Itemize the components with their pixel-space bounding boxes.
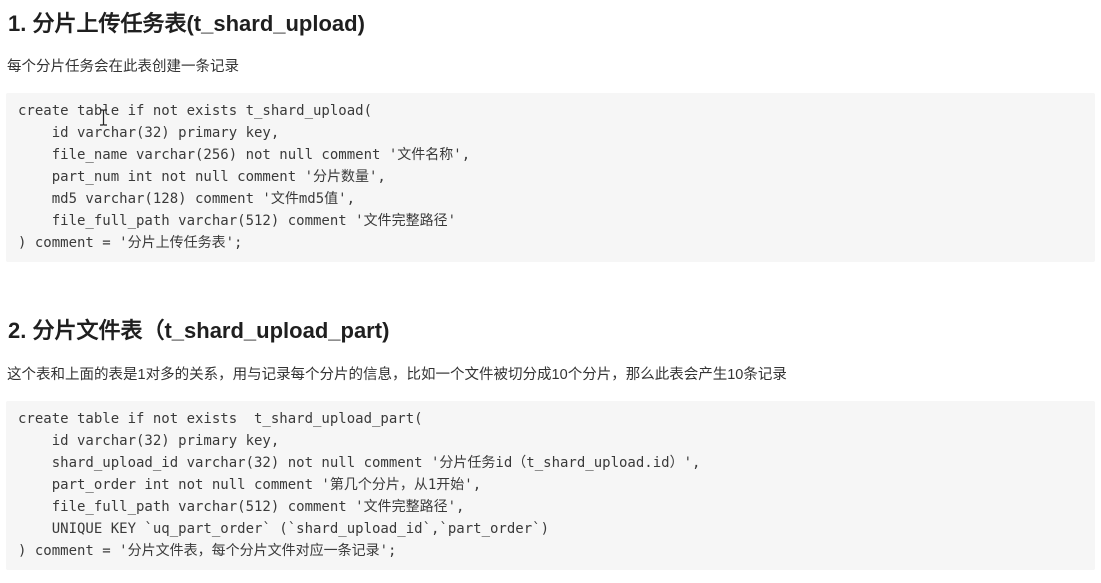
code-line: file_name varchar(256) not null comment … [18, 147, 471, 163]
code-line: id varchar(32) primary key, [18, 433, 280, 449]
code-line: ) comment = '分片文件表，每个分片文件对应一条记录'; [18, 543, 397, 559]
code-line: part_num int not null comment '分片数量', [18, 169, 386, 185]
code-line: file_full_path varchar(512) comment '文件完… [18, 499, 465, 515]
section-1-code-block: create table if not exists t_shard_uploa… [6, 93, 1095, 262]
code-line: shard_upload_id varchar(32) not null com… [18, 455, 701, 471]
section-2-description: 这个表和上面的表是1对多的关系，用与记录每个分片的信息，比如一个文件被切分成10… [7, 367, 787, 383]
code-line: ) comment = '分片上传任务表'; [18, 235, 243, 251]
code-line: file_full_path varchar(512) comment '文件完… [18, 213, 457, 229]
section-1-description: 每个分片任务会在此表创建一条记录 [7, 59, 239, 75]
text-cursor-icon [99, 109, 108, 126]
code-line: UNIQUE KEY `uq_part_order` (`shard_uploa… [18, 521, 550, 537]
code-line: md5 varchar(128) comment '文件md5值', [18, 191, 356, 207]
section-1-heading: 1. 分片上传任务表(t_shard_upload) [8, 11, 365, 36]
code-line: create table if not exists t_shard_uploa… [18, 411, 423, 427]
code-line: create table if not exists t_shard_uploa… [18, 103, 373, 119]
code-line: part_order int not null comment '第几个分片，从… [18, 477, 482, 493]
section-2-code-block: create table if not exists t_shard_uploa… [6, 401, 1095, 570]
section-2-heading: 2. 分片文件表（t_shard_upload_part) [8, 318, 390, 343]
code-line: id varchar(32) primary key, [18, 125, 280, 141]
